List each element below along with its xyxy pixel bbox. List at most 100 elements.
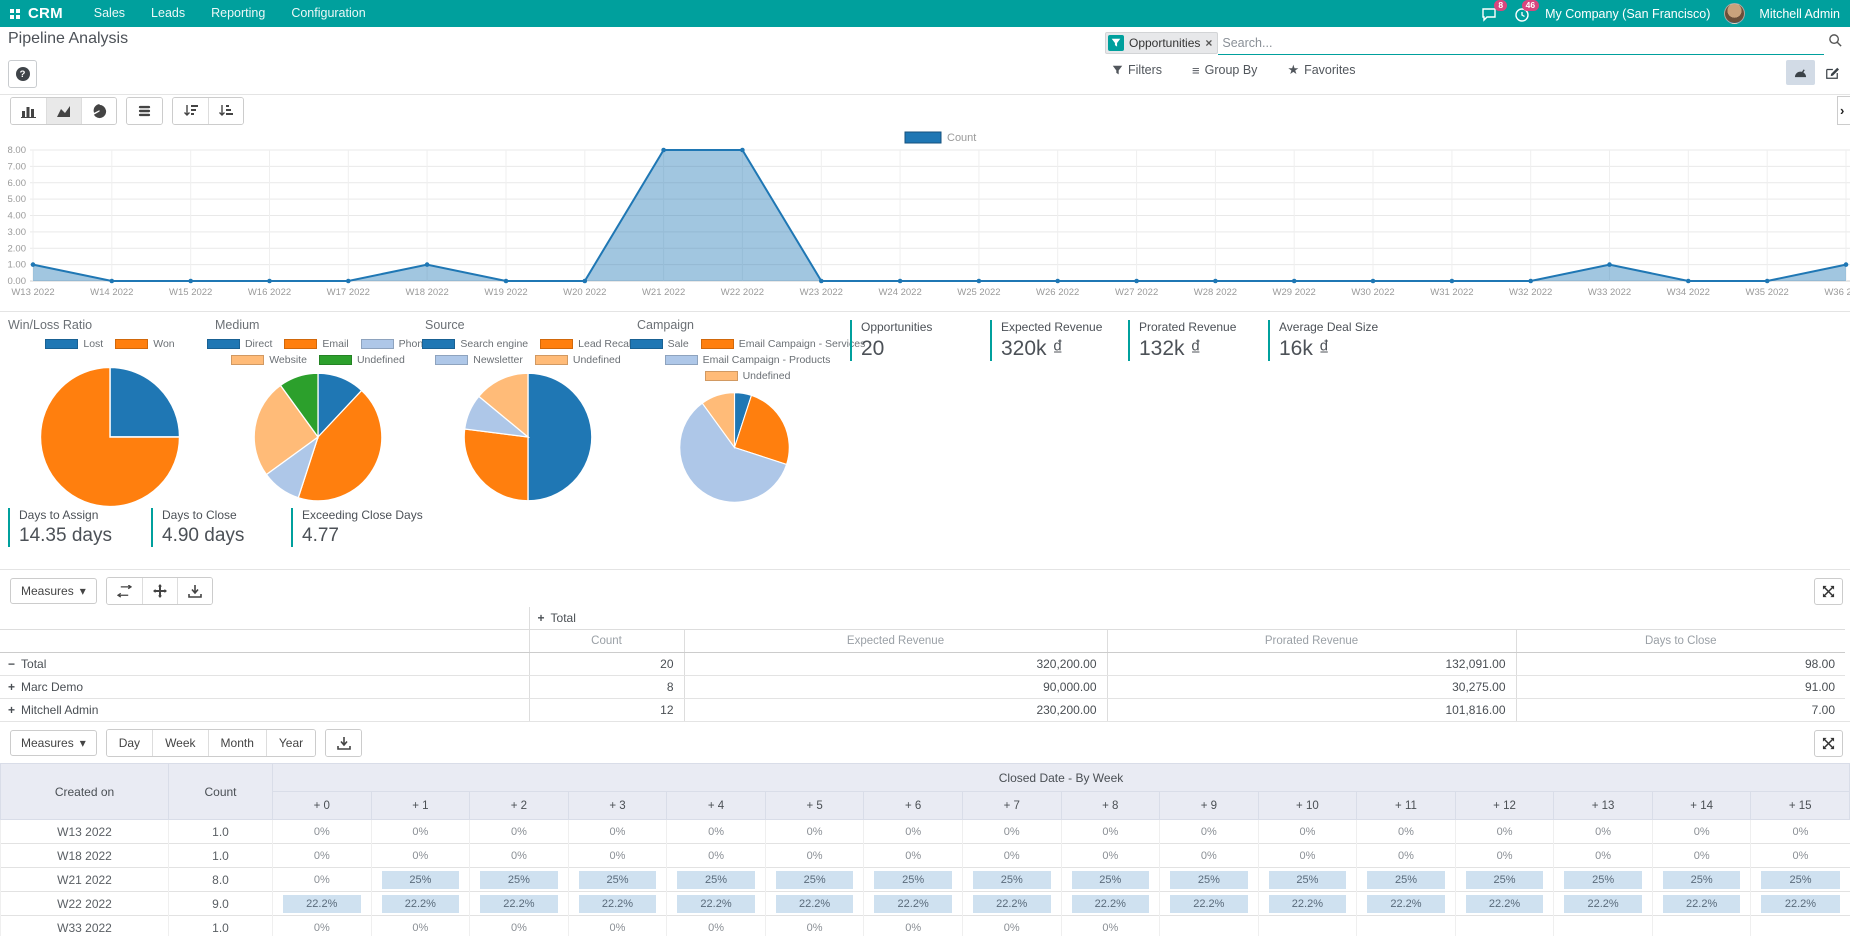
measures-label: Measures [21, 736, 74, 750]
nav-menu-configuration[interactable]: Configuration [278, 0, 378, 27]
filters-button[interactable]: Filters [1112, 62, 1162, 78]
legend-item[interactable]: Email Campaign - Services [701, 338, 866, 350]
line-chart-button[interactable] [46, 98, 81, 124]
medium-pie-chart[interactable] [251, 370, 385, 504]
interval-month-button[interactable]: Month [208, 730, 266, 756]
apps-menu-icon[interactable] [10, 9, 20, 19]
cohort-offset-header: + 8 [1061, 792, 1160, 820]
help-button[interactable]: ? [8, 60, 37, 88]
cohort-row-count: 1.0 [169, 820, 273, 844]
legend-label: Lead Recall [578, 338, 633, 350]
facet-remove-icon[interactable]: × [1205, 36, 1212, 50]
legend-item[interactable]: Undefined [705, 370, 791, 382]
legend-item[interactable]: Email [284, 338, 348, 350]
favorites-button[interactable]: ★ Favorites [1287, 62, 1355, 78]
cohort-fullscreen-button[interactable] [1814, 730, 1843, 757]
pivot-cell: 230,200.00 [684, 699, 1107, 722]
cohort-row-count: 8.0 [169, 868, 273, 892]
cohort-cell: 22.2% [1455, 892, 1554, 916]
legend-item[interactable]: Email Campaign - Products [665, 354, 831, 366]
minus-icon: − [8, 657, 15, 671]
cohort-cell: 0% [667, 844, 766, 868]
gauge-icon [1793, 66, 1808, 79]
cohort-cell: 0% [1258, 820, 1357, 844]
interval-week-button[interactable]: Week [152, 730, 207, 756]
interval-day-button[interactable]: Day [107, 730, 152, 756]
pivot-col-group-total[interactable]: +Total [529, 607, 1845, 630]
search-controls: Filters ≡ Group By ★ Favorites [1112, 62, 1356, 78]
legend-item[interactable]: Won [115, 338, 174, 350]
pivot-cell: 132,091.00 [1107, 653, 1516, 676]
legend-item[interactable]: Lost [45, 338, 103, 350]
count-area-chart[interactable]: 0.001.002.003.004.005.006.007.008.00W13 … [0, 123, 1850, 305]
cohort-cell: 0% [1652, 844, 1751, 868]
pivot-col-count[interactable]: Count [529, 630, 684, 653]
pie-chart-button[interactable] [81, 98, 116, 124]
cohort-measures-button[interactable]: Measures ▾ [10, 730, 97, 756]
pie-title-campaign: Campaign [637, 318, 694, 332]
legend-label: Won [153, 338, 174, 350]
pivot-fullscreen-button[interactable] [1814, 578, 1843, 605]
pivot-col-days-to-close[interactable]: Days to Close [1516, 630, 1845, 653]
edit-view-button[interactable] [1817, 60, 1846, 85]
download-xlsx-button[interactable] [177, 578, 212, 604]
edit-icon [1825, 66, 1839, 80]
interval-year-button[interactable]: Year [266, 730, 315, 756]
sort-descending-button[interactable] [173, 98, 208, 124]
cohort-row: W13 20221.00%0%0%0%0%0%0%0%0%0%0%0%0%0%0… [1, 820, 1850, 844]
bar-chart-button[interactable] [11, 98, 46, 124]
expand-all-button[interactable] [142, 578, 177, 604]
cohort-cell [1751, 916, 1850, 936]
legend-item[interactable]: Search engine [422, 338, 528, 350]
campaign-pie-chart[interactable] [677, 390, 792, 505]
cohort-cell: 0% [962, 820, 1061, 844]
cohort-offset-header: + 13 [1554, 792, 1653, 820]
flip-axis-button[interactable] [107, 578, 142, 604]
legend-item[interactable]: Lead Recall [540, 338, 633, 350]
sort-ascending-button[interactable] [208, 98, 243, 124]
pivot-row-label[interactable]: −Total [0, 653, 529, 676]
winloss-pie-chart[interactable] [37, 364, 183, 510]
pivot-col-expected-revenue[interactable]: Expected Revenue [684, 630, 1107, 653]
pivot-row-label[interactable]: +Mitchell Admin [0, 699, 529, 722]
cohort-download-button[interactable] [326, 730, 361, 756]
user-menu[interactable]: Mitchell Admin [1759, 7, 1840, 21]
legend-item[interactable]: Newsletter [435, 354, 523, 366]
app-name[interactable]: CRM [28, 5, 63, 22]
legend-item[interactable]: Undefined [535, 354, 621, 366]
stat-value: 4.90 days [162, 525, 272, 547]
panel-collapse-button[interactable]: › [1837, 96, 1850, 125]
search-facet-opportunities[interactable]: Opportunities × [1105, 32, 1218, 54]
cohort-cell [1554, 916, 1653, 936]
search-icon[interactable] [1828, 33, 1843, 53]
page-title: Pipeline Analysis [8, 30, 128, 48]
sort-desc-icon [183, 104, 199, 118]
cohort-offset-header: + 3 [568, 792, 667, 820]
svg-text:W19 2022: W19 2022 [484, 287, 527, 298]
pivot-measures-button[interactable]: Measures ▾ [10, 578, 97, 604]
svg-text:W28 2022: W28 2022 [1194, 287, 1237, 298]
nav-menu-leads[interactable]: Leads [138, 0, 198, 27]
pivot-row-label[interactable]: +Marc Demo [0, 676, 529, 699]
source-pie-chart[interactable] [461, 370, 595, 504]
nav-menu-sales[interactable]: Sales [81, 0, 138, 27]
pivot-col-prorated-revenue[interactable]: Prorated Revenue [1107, 630, 1516, 653]
stacked-toggle-button[interactable] [127, 98, 162, 124]
legend-item[interactable]: Phone [361, 338, 429, 350]
nav-menu-reporting[interactable]: Reporting [198, 0, 278, 27]
cohort-table: Created onCountClosed Date - By Week+ 0+… [0, 763, 1850, 936]
legend-item[interactable]: Undefined [319, 354, 405, 366]
legend-item[interactable]: Website [231, 354, 307, 366]
activities-icon[interactable]: 46 [1513, 5, 1531, 23]
cohort-cell: 22.2% [1652, 892, 1751, 916]
group-by-button[interactable]: ≡ Group By [1192, 62, 1257, 78]
kpi-value: 132k ₫ [1139, 337, 1259, 361]
company-switcher[interactable]: My Company (San Francisco) [1545, 7, 1710, 21]
legend-item[interactable]: Sale [630, 338, 689, 350]
user-avatar[interactable] [1724, 3, 1745, 24]
cohort-cell [1258, 916, 1357, 936]
messages-icon[interactable]: 8 [1481, 5, 1499, 23]
dashboard-view-button[interactable] [1786, 60, 1815, 85]
legend-item[interactable]: Direct [207, 338, 272, 350]
search-input[interactable] [1218, 32, 1824, 55]
